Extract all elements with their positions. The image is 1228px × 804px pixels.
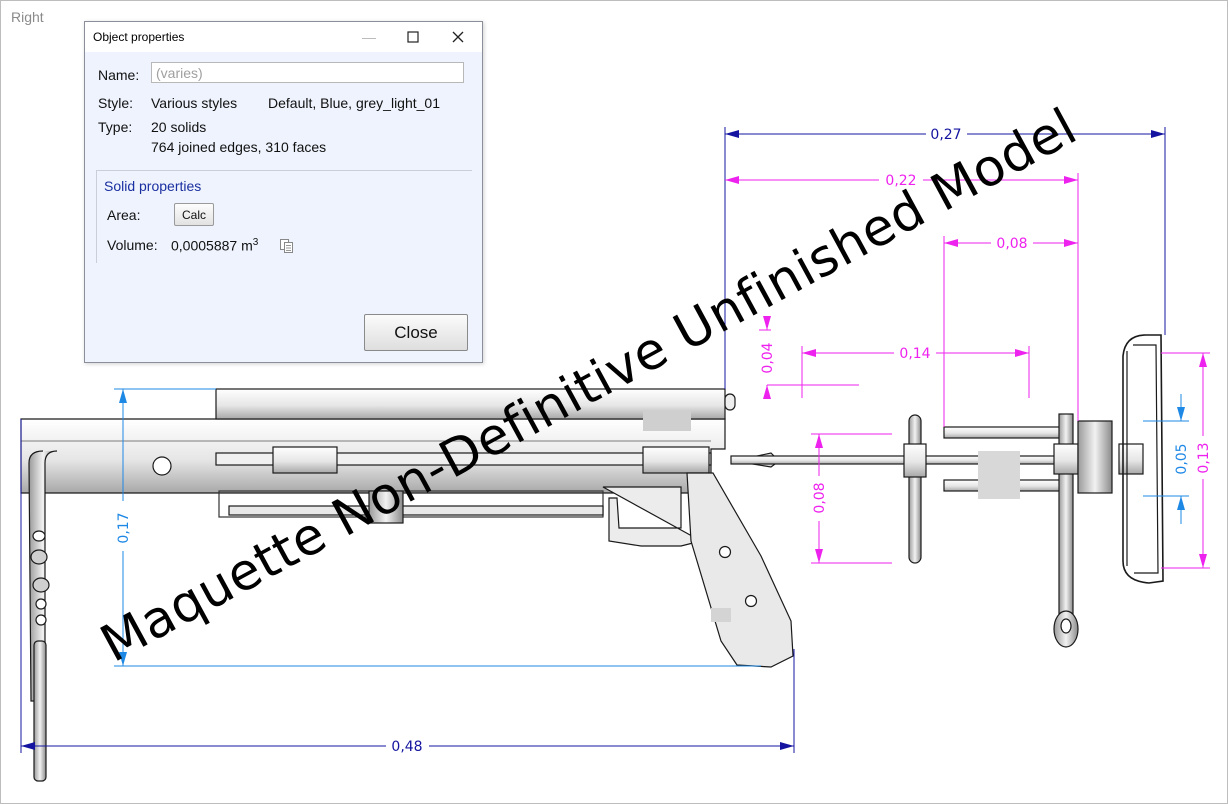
volume-label: Volume: (107, 237, 158, 253)
dim-rod-length-label: 0,14 (899, 346, 930, 362)
name-input[interactable] (151, 62, 464, 83)
dim-pad-inner[interactable]: 0,05 (1143, 394, 1190, 524)
end-cap (724, 393, 736, 411)
dim-rod-length[interactable]: 0,14 (801, 346, 1030, 398)
dialog-titlebar[interactable]: Object properties — (85, 22, 482, 52)
dim-tube-spacing-label: 0,08 (996, 236, 1027, 252)
trigger-guard (602, 486, 703, 547)
front-block (642, 446, 710, 474)
solid-properties-title: Solid properties (104, 178, 202, 194)
clamp (1077, 420, 1113, 494)
dim-small-height-label: 0,04 (760, 342, 776, 373)
minimize-icon[interactable]: — (349, 22, 389, 52)
dim-pad-inner-label: 0,05 (1174, 443, 1190, 474)
type-value: 20 solids (151, 119, 207, 135)
grip (686, 472, 794, 668)
area-label: Area: (107, 207, 141, 223)
close-button[interactable]: Close (364, 314, 468, 351)
post (908, 414, 922, 564)
dim-pad-height-label: 0,13 (1196, 442, 1212, 473)
hole (152, 456, 172, 476)
style-list: Default, Blue, grey_light_01 (268, 95, 440, 111)
dim-bracket-height-label: 0,08 (812, 482, 828, 513)
calc-button[interactable]: Calc (174, 203, 214, 226)
stock-assembly (730, 334, 1164, 648)
dim-small-height[interactable]: 0,04 (759, 316, 859, 399)
dim-tube-spacing[interactable]: 0,08 (943, 236, 1078, 427)
volume-number: 0,0005887 m (171, 237, 253, 254)
type-label: Type: (98, 119, 133, 135)
style-value: Various styles (151, 95, 238, 111)
style-label: Style: (98, 95, 134, 111)
dialog-title: Object properties (93, 30, 185, 44)
cad-viewport[interactable]: Right 0,48 0,17 0,27 0,22 0,08 0,14 0,04… (0, 0, 1228, 804)
dim-overall-height-label: 0,17 (116, 512, 132, 543)
latch (272, 446, 338, 474)
volume-exponent: 3 (252, 237, 259, 248)
dim-bracket-height[interactable]: 0,08 (811, 433, 892, 564)
object-properties-dialog[interactable]: Object properties — Name: Style: Various… (84, 21, 483, 363)
gun-model (20, 388, 794, 782)
upper-tube (943, 426, 1067, 439)
dim-stock-length-label: 0,27 (930, 127, 961, 143)
dim-overall-length-label: 0,48 (391, 739, 422, 755)
name-label: Name: (98, 67, 140, 83)
volume-value: 0,0005887 m3 (171, 237, 258, 254)
type-detail: 764 joined edges, 310 faces (151, 139, 327, 155)
close-icon[interactable] (438, 22, 478, 52)
maximize-icon[interactable] (393, 22, 433, 52)
copy-icon[interactable] (279, 238, 295, 254)
